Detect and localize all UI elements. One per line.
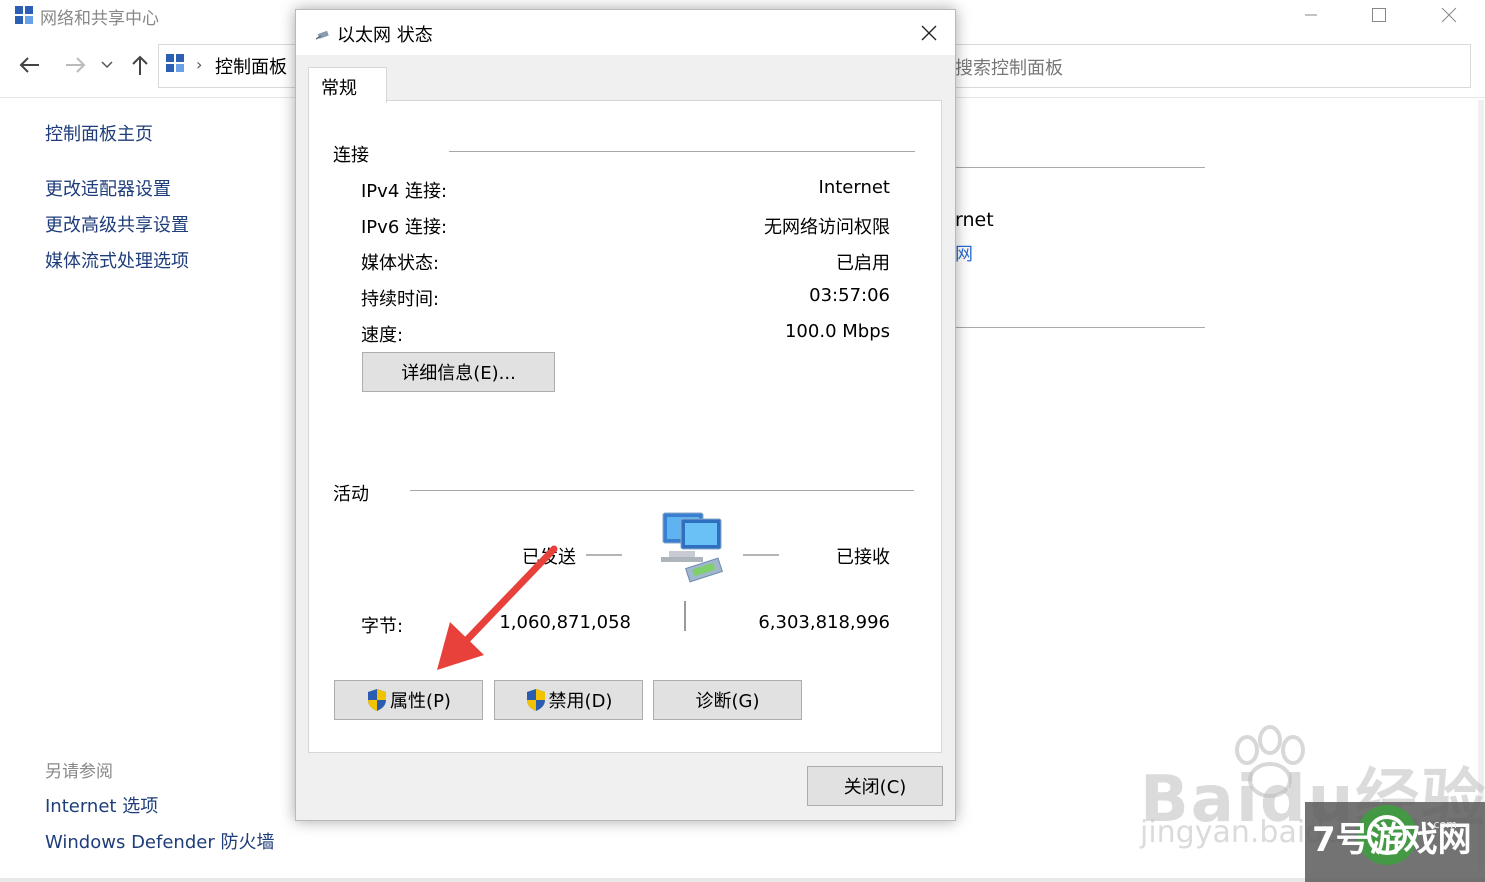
ipv6-value: 无网络访问权限 xyxy=(764,217,890,238)
disable-button-label: 禁用(D) xyxy=(548,691,613,712)
duration-value: 03:57:06 xyxy=(809,285,890,306)
search-input[interactable]: 搜索控制面板 xyxy=(955,54,1063,80)
see-also-heading: 另请参阅 xyxy=(45,762,113,782)
maximize-button[interactable] xyxy=(1348,0,1410,30)
maximize-icon xyxy=(1372,8,1386,22)
ethernet-status-dialog: 以太网 状态 常规 连接 IPv4 连接: Internet IPv6 连接: … xyxy=(295,9,956,821)
window-title: 网络和共享中心 xyxy=(40,9,159,29)
breadcrumb-chevron-icon: › xyxy=(196,55,203,74)
sidebar-control-panel-home[interactable]: 控制面板主页 xyxy=(45,120,153,146)
sidebar-item-advanced-sharing[interactable]: 更改高级共享设置 xyxy=(45,211,189,237)
arrow-up-icon xyxy=(132,55,148,75)
divider xyxy=(955,327,1205,328)
details-button[interactable]: 详细信息(E)... xyxy=(362,352,555,392)
up-button[interactable] xyxy=(125,50,155,80)
arrow-left-icon xyxy=(19,57,39,73)
sent-line xyxy=(586,554,622,556)
back-button[interactable] xyxy=(15,50,45,80)
media-state-value: 已启用 xyxy=(836,253,890,274)
details-button-label: 详细信息(E)... xyxy=(401,363,516,384)
arrow-right-icon xyxy=(66,57,86,73)
media-state-label: 媒体状态: xyxy=(361,253,440,274)
breadcrumb-control-panel[interactable]: 控制面板 xyxy=(215,53,287,79)
recent-locations-button[interactable] xyxy=(95,50,119,80)
received-label: 已接收 xyxy=(836,547,890,568)
general-tab-panel: 连接 IPv4 连接: Internet IPv6 连接: 无网络访问权限 媒体… xyxy=(308,100,942,753)
speed-label: 速度: xyxy=(361,325,404,346)
link-internet-options[interactable]: Internet 选项 xyxy=(45,792,158,818)
tab-general[interactable]: 常规 xyxy=(308,67,387,103)
network-icon xyxy=(15,6,33,24)
ipv4-label: IPv4 连接: xyxy=(361,181,448,202)
forward-button[interactable] xyxy=(60,50,90,80)
dialog-titlebar[interactable]: 以太网 状态 xyxy=(296,10,955,55)
uac-shield-icon xyxy=(368,689,387,711)
uac-shield-icon xyxy=(526,689,545,711)
bytes-sent-value: 1,060,871,058 xyxy=(499,612,631,633)
sidebar-item-adapter-settings[interactable]: 更改适配器设置 xyxy=(45,175,171,201)
close-icon xyxy=(921,25,937,41)
speed-value: 100.0 Mbps xyxy=(784,321,890,342)
close-icon xyxy=(1441,7,1457,23)
link-windows-defender-firewall[interactable]: Windows Defender 防火墙 xyxy=(45,828,274,854)
diagnose-button-label: 诊断(G) xyxy=(695,691,760,712)
minimize-icon xyxy=(1305,14,1317,16)
received-line xyxy=(743,554,779,556)
tab-general-label: 常规 xyxy=(321,78,357,99)
dialog-title: 以太网 状态 xyxy=(337,25,433,46)
connection-link[interactable]: 网 xyxy=(955,240,973,266)
network-computer-icon xyxy=(661,512,723,583)
close-button-label: 关闭(C) xyxy=(843,777,907,798)
ipv6-label: IPv6 连接: xyxy=(361,217,448,238)
properties-button-label: 属性(P) xyxy=(390,691,451,712)
bytes-received-value: 6,303,818,996 xyxy=(758,612,890,633)
window-bottom-edge xyxy=(0,878,1485,882)
chevron-down-icon xyxy=(101,61,113,69)
close-button[interactable]: 关闭(C) xyxy=(807,766,943,806)
sidebar-item-media-streaming[interactable]: 媒体流式处理选项 xyxy=(45,247,189,273)
section-divider xyxy=(449,151,915,152)
divider xyxy=(955,167,1205,168)
minimize-button[interactable] xyxy=(1280,0,1342,30)
connection-heading: 连接 xyxy=(333,145,369,166)
site-logo-domain: .com xyxy=(1430,818,1457,831)
section-divider xyxy=(410,490,914,491)
access-type-text: rnet xyxy=(955,209,994,231)
bytes-divider xyxy=(684,601,686,631)
activity-heading: 活动 xyxy=(333,484,369,505)
disable-button[interactable]: 禁用(D) xyxy=(494,680,643,720)
properties-button[interactable]: 属性(P) xyxy=(334,680,483,720)
dialog-close-button[interactable] xyxy=(911,18,947,48)
sent-label: 已发送 xyxy=(522,547,576,568)
ethernet-icon xyxy=(316,30,329,40)
control-panel-icon xyxy=(166,54,184,72)
diagnose-button[interactable]: 诊断(G) xyxy=(653,680,802,720)
close-window-button[interactable] xyxy=(1418,0,1480,30)
duration-label: 持续时间: xyxy=(361,289,440,310)
ipv4-value: Internet xyxy=(818,177,890,198)
bytes-label: 字节: xyxy=(361,616,404,637)
